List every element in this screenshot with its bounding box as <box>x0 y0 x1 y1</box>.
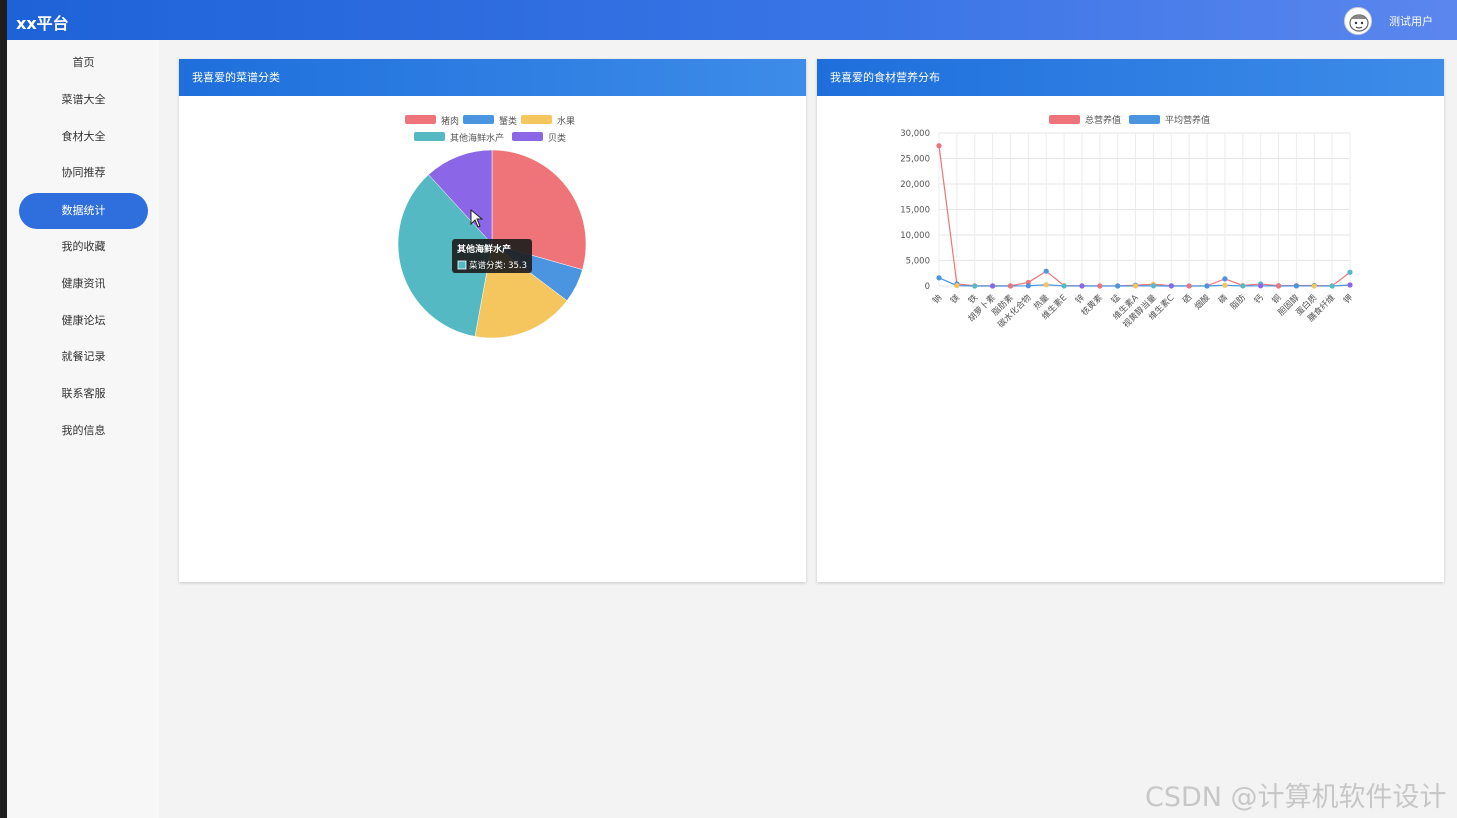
series-1-point-8 <box>1079 283 1085 289</box>
series-1-point-15 <box>1204 283 1210 289</box>
nutrition-card: 我喜爱的食材营养分布 总营养值 平均营养值 0 5,000 10,000 15,000 20… <box>817 59 1444 582</box>
series-1-point-14 <box>1186 283 1192 289</box>
sidebar-item-home[interactable]: 首页 <box>19 45 148 81</box>
tooltip-value: 35.3 <box>508 261 527 271</box>
avatar-face-icon <box>1346 9 1371 34</box>
legend-swatch-4 <box>512 132 543 141</box>
x-tick-label-2: 铁 <box>966 292 980 306</box>
series-1-point-20 <box>1293 283 1299 289</box>
y-tick-label-5: 25,000 <box>900 155 930 165</box>
series-1-point-13 <box>1168 283 1174 289</box>
series-1-point-19 <box>1275 283 1282 289</box>
legend-label-1: 蟹类 <box>499 115 517 127</box>
series-1-point-12 <box>1150 283 1157 289</box>
series-1-point-3 <box>990 283 996 289</box>
series-1-point-16 <box>1222 282 1228 288</box>
watermark: CSDN @计算机软件设计 <box>1145 782 1447 813</box>
recipe-category-pie-chart[interactable]: 猪肉 蟹类 水果其他海鲜水产 贝类其他海鲜水产菜谱分类: 35.3 <box>179 96 806 582</box>
sidebar-item-forum[interactable]: 健康论坛 <box>19 303 148 339</box>
x-tick-label-10: 锰 <box>1109 292 1123 306</box>
sidebar: 首页 菜谱大全 食材大全 协同推荐 数据统计 我的收藏 健康资讯 健康论坛 就餐… <box>7 40 159 818</box>
x-tick-label-15: 烟酸 <box>1192 292 1212 312</box>
sidebar-item-recommend[interactable]: 协同推荐 <box>19 155 148 191</box>
y-tick-label-3: 15,000 <box>900 206 930 216</box>
sidebar-item-support[interactable]: 联系客服 <box>19 376 148 412</box>
legend-label-4: 贝类 <box>548 132 566 144</box>
tooltip-swatch <box>457 260 467 270</box>
series-1-point-11 <box>1132 283 1139 289</box>
x-tick-label-1: 镁 <box>948 292 962 306</box>
series-1-point-5 <box>1025 283 1031 289</box>
x-tick-label-17: 脂肪 <box>1228 292 1248 312</box>
x-tick-label-0: 钠 <box>930 292 944 306</box>
line-legend-label-0: 总营养值 <box>1085 114 1121 126</box>
series-1-point-9 <box>1097 283 1103 289</box>
legend-swatch-3 <box>414 132 445 141</box>
x-tick-label-9: 核黄素 <box>1079 292 1105 318</box>
line-legend-swatch-0 <box>1049 115 1080 124</box>
legend-label-2: 水果 <box>557 115 575 127</box>
x-tick-label-14: 硒 <box>1181 293 1194 306</box>
legend-label-3: 其他海鲜水产 <box>450 132 504 144</box>
recipe-category-card: 我喜爱的菜谱分类 猪肉 蟹类 水果 其他海鲜水产 贝类 其他海鲜水产 菜谱分类: 35.3 <box>179 59 806 582</box>
series-1-point-7 <box>1061 283 1067 289</box>
tooltip-title: 其他海鲜水产 <box>457 243 511 255</box>
series-0-point-23 <box>1347 269 1353 275</box>
series-1-point-18 <box>1258 283 1264 289</box>
user-avatar[interactable] <box>1344 7 1372 35</box>
sidebar-item-my-info[interactable]: 我的信息 <box>19 413 148 449</box>
series-1-point-17 <box>1240 283 1246 289</box>
series-line-0 <box>938 145 1351 287</box>
series-0-point-0 <box>936 143 942 149</box>
y-tick-label-6: 30,000 <box>900 129 930 139</box>
series-1-point-2 <box>972 283 978 289</box>
recipe-category-card-title: 我喜爱的菜谱分类 <box>179 59 806 96</box>
y-tick-label-1: 5,000 <box>906 257 930 267</box>
series-0-point-16 <box>1222 276 1228 282</box>
series-0-point-6 <box>1043 268 1049 274</box>
series-1-point-22 <box>1329 283 1335 289</box>
x-tick-label-16: 磷 <box>1216 292 1230 306</box>
line-legend-swatch-1 <box>1129 115 1160 124</box>
tooltip-series: 菜谱分类: <box>469 260 506 271</box>
pie-tooltip: 其他海鲜水产菜谱分类: 35.3 <box>452 239 532 273</box>
series-1-point-1 <box>954 282 960 289</box>
series-1-point-0 <box>936 275 942 281</box>
y-tick-label-4: 20,000 <box>900 180 930 190</box>
legend-swatch-0 <box>405 115 436 124</box>
line-legend-label-1: 平均营养值 <box>1165 114 1210 126</box>
sidebar-item-ingredients[interactable]: 食材大全 <box>19 119 148 155</box>
x-tick-label-8: 锌 <box>1073 292 1087 306</box>
series-1-point-6 <box>1043 282 1049 288</box>
series-1-point-4 <box>1007 283 1014 289</box>
window-edge <box>0 0 7 818</box>
legend-swatch-2 <box>521 115 552 124</box>
legend-swatch-1 <box>463 115 494 124</box>
y-tick-label-2: 10,000 <box>900 231 930 241</box>
series-1-point-10 <box>1115 283 1121 289</box>
sidebar-item-statistics[interactable]: 数据统计 <box>19 193 148 229</box>
sidebar-item-health-news[interactable]: 健康资讯 <box>19 266 148 302</box>
series-1-point-21 <box>1311 283 1317 289</box>
legend-label-0: 猪肉 <box>441 115 459 127</box>
top-bar: xx平台 测试用户 <box>7 0 1457 40</box>
sidebar-item-recipes[interactable]: 菜谱大全 <box>19 82 148 118</box>
series-1-point-23 <box>1347 282 1353 288</box>
nutrition-card-title: 我喜爱的食材营养分布 <box>817 59 1444 96</box>
app-title: xx平台 <box>16 14 69 33</box>
sidebar-item-meal-records[interactable]: 就餐记录 <box>19 339 148 375</box>
x-tick-label-23: 钾 <box>1341 292 1355 306</box>
x-tick-label-18: 钙 <box>1252 292 1266 306</box>
x-tick-label-19: 铜 <box>1270 292 1284 306</box>
user-name[interactable]: 测试用户 <box>1389 13 1433 29</box>
y-tick-label-0: 0 <box>925 282 930 292</box>
nutrition-line-chart[interactable]: 总营养值 平均营养值 0 5,000 10,000 15,000 20,000 25,000 3… <box>817 96 1444 582</box>
sidebar-item-favorites[interactable]: 我的收藏 <box>19 229 148 265</box>
